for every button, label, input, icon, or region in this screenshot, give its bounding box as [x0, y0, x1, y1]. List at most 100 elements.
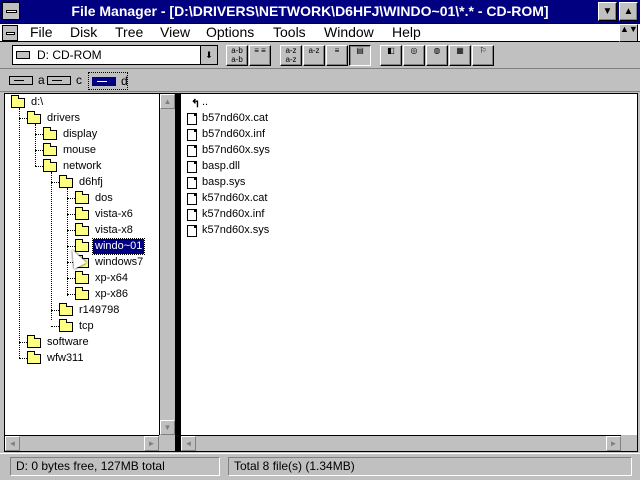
- drive-c[interactable]: c: [44, 72, 84, 90]
- tree-line: [19, 118, 27, 119]
- scroll-left-button[interactable]: ◄: [181, 436, 196, 451]
- file-list-pane[interactable]: ↰ .. b57nd60x.cat b57nd60x.inf b57nd60x.…: [180, 93, 638, 452]
- drive-a[interactable]: a: [6, 72, 46, 90]
- folder-icon: [75, 271, 89, 284]
- connect-drive-button[interactable]: a-b a-b: [226, 45, 248, 66]
- selection-status: Total 8 file(s) (1.34MB): [228, 457, 632, 476]
- file-item-label: k57nd60x.cat: [202, 192, 268, 204]
- dropdown-arrow-icon[interactable]: ⬇: [200, 46, 217, 64]
- document-icon: [187, 177, 197, 189]
- tree-line: [67, 214, 75, 215]
- sort-by-name-button[interactable]: a-z a-z: [280, 45, 302, 66]
- scroll-down-button[interactable]: ▼: [160, 420, 175, 435]
- tree-item-label: mouse: [63, 144, 97, 156]
- tree-line: [67, 198, 75, 199]
- disconnect-drive-button[interactable]: ≡ ≡: [249, 45, 271, 66]
- tree-item-label: windo~01: [91, 238, 146, 255]
- menu-view[interactable]: View: [160, 24, 190, 41]
- document-system-menu-button[interactable]: [2, 25, 18, 41]
- scroll-up-button[interactable]: ▲: [160, 94, 175, 109]
- file-item-label: b57nd60x.inf: [202, 128, 265, 140]
- title-bar: File Manager - [D:\DRIVERS\NETWORK\D6HFJ…: [0, 0, 640, 24]
- cdrom-drive-icon: [16, 51, 30, 59]
- window-title: File Manager - [D:\DRIVERS\NETWORK\D6HFJ…: [71, 3, 549, 19]
- folder-icon: [27, 335, 41, 348]
- tree-item-label: wfw311: [47, 352, 84, 364]
- document-icon: [187, 161, 197, 173]
- drive-bar: a c d: [0, 70, 640, 92]
- sort-by-type-button[interactable]: a-z: [303, 45, 325, 66]
- menu-file[interactable]: File: [30, 24, 53, 41]
- minimize-button[interactable]: ▼: [598, 2, 617, 21]
- tree-line: [19, 342, 27, 343]
- folder-icon: [43, 143, 57, 156]
- menu-options[interactable]: Options: [206, 24, 254, 41]
- tree-line: [51, 310, 59, 311]
- scroll-right-button[interactable]: ►: [606, 436, 621, 451]
- directory-tree-pane[interactable]: d:\ drivers display mouse network d6hfj …: [4, 93, 176, 452]
- sort-by-size-button[interactable]: ≡: [326, 45, 348, 66]
- tree-item-label: d:\: [31, 96, 44, 108]
- open-folder-icon: [11, 95, 25, 108]
- scrollbar-corner: [621, 435, 637, 451]
- tree-item-label: dos: [95, 192, 113, 204]
- document-icon: [187, 209, 197, 221]
- tree-line: [51, 182, 59, 183]
- file-item-label: k57nd60x.inf: [202, 208, 265, 220]
- sort-by-date-button[interactable]: ▤: [349, 45, 371, 66]
- file-item-label: ..: [202, 96, 209, 108]
- maximize-button[interactable]: ▲: [619, 2, 638, 21]
- menu-bar: File Disk Tree View Options Tools Window…: [0, 24, 640, 42]
- folder-icon: [75, 223, 89, 236]
- scrollbar-corner: [159, 435, 175, 451]
- tree-item-label: tcp: [79, 320, 94, 332]
- run-button[interactable]: ⚐: [472, 45, 494, 66]
- menu-window[interactable]: Window: [324, 24, 374, 41]
- tree-line: [67, 294, 75, 295]
- share-as-button[interactable]: ◧: [380, 45, 402, 66]
- menu-help[interactable]: Help: [392, 24, 421, 41]
- drive-c-label: c: [76, 73, 82, 87]
- file-item-label: k57nd60x.sys: [202, 224, 270, 236]
- toolbar: D: CD-ROM ⬇ a-b a-b ≡ ≡ a-z a-z a-z ≡ ▤ …: [0, 43, 640, 69]
- menu-tree[interactable]: Tree: [115, 24, 143, 41]
- restore-button[interactable]: ▲▼: [619, 24, 638, 42]
- tree-item-label: vista-x6: [95, 208, 133, 220]
- tree-line: [67, 188, 68, 296]
- file-horizontal-scrollbar[interactable]: ◄ ►: [181, 435, 621, 451]
- document-icon: [187, 193, 197, 205]
- folder-icon: [75, 207, 89, 220]
- menu-disk[interactable]: Disk: [70, 24, 97, 41]
- document-system-menu-icon: [6, 32, 15, 35]
- menu-tools[interactable]: Tools: [273, 24, 306, 41]
- folder-icon: [27, 351, 41, 364]
- tree-line: [67, 278, 75, 279]
- tree-line: [35, 150, 43, 151]
- open-folder-icon: [27, 111, 41, 124]
- drive-d[interactable]: d: [88, 72, 128, 90]
- folder-icon: [75, 287, 89, 300]
- tree-item-label: display: [63, 128, 98, 140]
- tree-line: [67, 230, 75, 231]
- scroll-right-button[interactable]: ►: [144, 436, 159, 451]
- drive-d-label: d: [121, 74, 128, 88]
- file-item-label: basp.dll: [202, 160, 240, 172]
- status-bar: D: 0 bytes free, 127MB total Total 8 fil…: [0, 453, 640, 480]
- document-icon: [187, 113, 197, 125]
- folder-icon: [75, 191, 89, 204]
- tree-line: [19, 358, 27, 359]
- system-menu-icon: [6, 10, 17, 13]
- hard-drive-icon: [47, 76, 71, 85]
- tree-horizontal-scrollbar[interactable]: ◄ ►: [5, 435, 159, 451]
- stop-sharing-button[interactable]: ◎: [403, 45, 425, 66]
- cdrom-drive-icon: [92, 77, 116, 86]
- drive-select[interactable]: D: CD-ROM ⬇: [12, 45, 218, 65]
- scroll-left-button[interactable]: ◄: [5, 436, 20, 451]
- tree-item-label: drivers: [47, 112, 81, 124]
- floppy-drive-icon: [9, 76, 33, 85]
- system-menu-button[interactable]: [2, 2, 20, 20]
- properties-button[interactable]: ▦: [449, 45, 471, 66]
- tree-vertical-scrollbar[interactable]: ▲ ▼: [159, 94, 175, 435]
- tree-line: [35, 134, 43, 135]
- new-window-button[interactable]: ◍: [426, 45, 448, 66]
